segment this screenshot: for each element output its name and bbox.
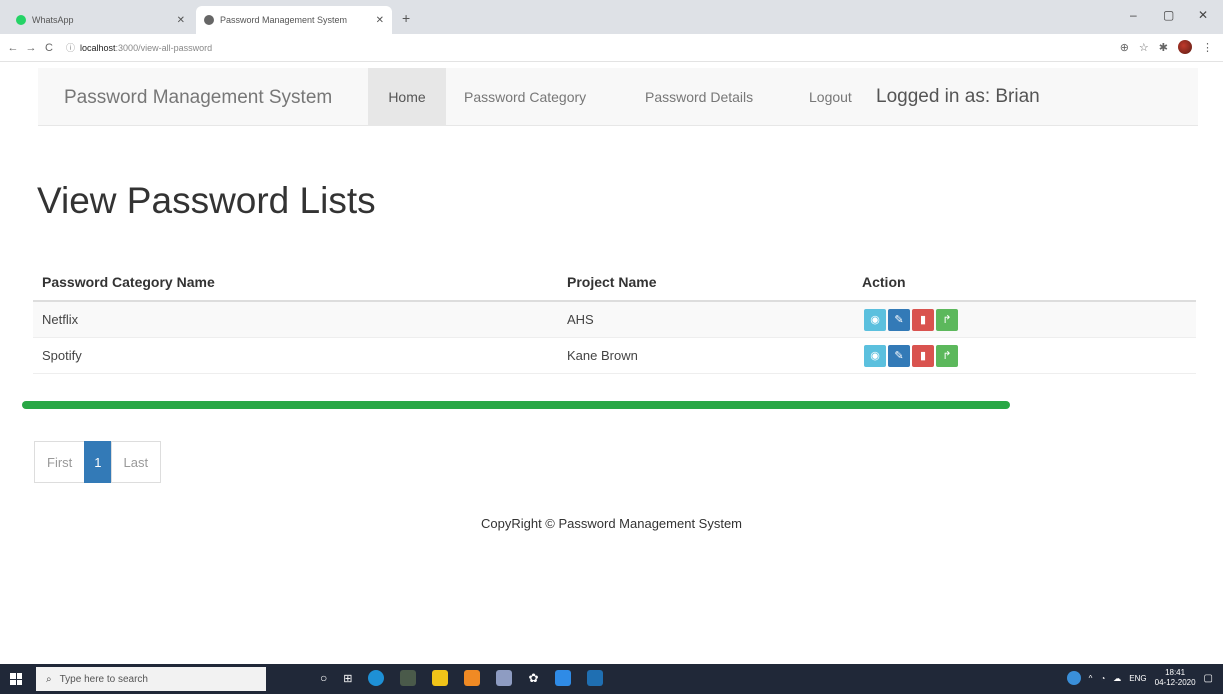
search-icon: ⌕ xyxy=(46,673,52,685)
page-title: View Password Lists xyxy=(37,180,376,221)
app-navbar: Password Management System Home Password… xyxy=(38,68,1198,126)
row-actions: ◉ ✎ ▮ ↱ xyxy=(864,345,958,367)
nav-password-category[interactable]: Password Category xyxy=(464,68,586,126)
forward-icon[interactable]: → xyxy=(22,42,40,54)
weather-icon[interactable] xyxy=(1066,671,1081,685)
clock-time: 18:41 xyxy=(1165,668,1186,677)
settings-icon[interactable]: ✿ xyxy=(528,671,538,685)
minimize-button[interactable]: – xyxy=(1130,8,1137,22)
reload-icon[interactable]: C xyxy=(40,42,58,54)
avatar[interactable] xyxy=(1178,40,1192,54)
row-actions: ◉ ✎ ▮ ↱ xyxy=(864,309,958,331)
category-cell: Spotify xyxy=(42,348,82,363)
taskbar-apps: ○ ⊞ ✿ xyxy=(320,670,603,686)
search-placeholder: Type here to search xyxy=(59,673,148,685)
network-icon[interactable]: ◔ xyxy=(1100,674,1105,683)
share-button[interactable]: ↱ xyxy=(936,309,958,331)
browser-tab-bar: WhatsApp ✕ Password Management System ✕ … xyxy=(0,0,1223,34)
nav-logout[interactable]: Logout xyxy=(809,68,852,126)
system-tray: ^ ◔ ☁ ENG 18:41 04-12-2020 ▢ xyxy=(1066,668,1213,688)
clock-date: 04-12-2020 xyxy=(1154,678,1196,687)
app-icon[interactable] xyxy=(586,670,603,686)
maximize-button[interactable]: ▢ xyxy=(1163,8,1174,22)
language-indicator[interactable]: ENG xyxy=(1129,674,1146,683)
os-taskbar: ⌕ Type here to search ○ ⊞ ✿ ^ ◔ ☁ ENG 18… xyxy=(0,664,1223,694)
task-view-icon[interactable]: ⊞ xyxy=(343,672,352,685)
table-row: Spotify Kane Brown ◉ ✎ ▮ ↱ xyxy=(33,338,1196,374)
close-window-button[interactable]: ✕ xyxy=(1198,8,1208,22)
extension-icon[interactable]: ✱ xyxy=(1159,41,1168,54)
share-icon: ↱ xyxy=(942,314,952,326)
menu-icon[interactable]: ⋮ xyxy=(1202,41,1213,54)
share-button[interactable]: ↱ xyxy=(936,345,958,367)
url-field[interactable]: ⓘ localhost :3000/view-all-password xyxy=(66,41,212,54)
clock[interactable]: 18:41 04-12-2020 xyxy=(1155,668,1196,688)
view-button[interactable]: ◉ xyxy=(864,345,886,367)
trash-icon: ▮ xyxy=(919,314,927,326)
tab-label: Password Management System xyxy=(220,15,348,25)
notification-icon[interactable]: ▢ xyxy=(1204,673,1213,684)
address-bar: ← → C ⓘ localhost :3000/view-all-passwor… xyxy=(0,34,1223,62)
view-button[interactable]: ◉ xyxy=(864,309,886,331)
delete-button[interactable]: ▮ xyxy=(912,345,934,367)
project-cell: Kane Brown xyxy=(567,348,638,363)
windows-start-icon[interactable] xyxy=(10,673,22,685)
pagination-last[interactable]: Last xyxy=(110,441,162,483)
info-icon: ⓘ xyxy=(66,43,76,53)
pagination-first[interactable]: First xyxy=(34,441,86,483)
globe-icon xyxy=(204,15,214,25)
delete-button[interactable]: ▮ xyxy=(912,309,934,331)
url-path: :3000/view-all-password xyxy=(115,42,213,53)
table-header: Password Category Name Project Name Acti… xyxy=(33,262,1196,302)
chevron-up-icon[interactable]: ^ xyxy=(1089,674,1093,683)
edit-button[interactable]: ✎ xyxy=(888,345,910,367)
taskbar-search[interactable]: ⌕ Type here to search xyxy=(36,667,266,691)
browser-tab-whatsapp[interactable]: WhatsApp ✕ xyxy=(8,6,193,34)
pagination-page[interactable]: 1 xyxy=(84,441,112,483)
password-table: Password Category Name Project Name Acti… xyxy=(33,262,1196,374)
edit-icon: ✎ xyxy=(894,350,904,362)
whatsapp-icon xyxy=(16,15,26,25)
column-header: Project Name xyxy=(567,274,657,290)
column-header: Password Category Name xyxy=(42,274,215,290)
edit-icon: ✎ xyxy=(894,314,904,326)
footer-copyright: CopyRight © Password Management System xyxy=(480,516,743,531)
new-tab-button[interactable]: + xyxy=(402,10,410,26)
trash-icon: ▮ xyxy=(919,350,927,362)
chrome-icon[interactable] xyxy=(400,670,417,686)
close-icon[interactable]: ✕ xyxy=(177,15,185,26)
brand-link[interactable]: Password Management System xyxy=(64,87,332,109)
edge-icon[interactable] xyxy=(368,670,385,686)
nav-password-details[interactable]: Password Details xyxy=(645,68,753,126)
eye-icon: ◉ xyxy=(870,350,880,362)
tab-label: WhatsApp xyxy=(32,15,74,25)
table-row: Netflix AHS ◉ ✎ ▮ ↱ xyxy=(33,302,1196,338)
pagination: First 1 Last xyxy=(34,441,162,483)
back-icon[interactable]: ← xyxy=(4,42,22,54)
eye-icon: ◉ xyxy=(870,314,880,326)
close-icon[interactable]: ✕ xyxy=(376,15,384,26)
project-cell: AHS xyxy=(567,312,594,327)
category-cell: Netflix xyxy=(42,312,79,327)
vlc-icon[interactable] xyxy=(464,670,481,686)
vscode-icon[interactable] xyxy=(554,670,571,686)
logged-in-label: Logged in as: Brian xyxy=(876,86,1040,107)
nav-home[interactable]: Home xyxy=(368,68,446,126)
browser-tab-pms[interactable]: Password Management System ✕ xyxy=(196,6,392,34)
cloud-icon[interactable]: ☁ xyxy=(1113,674,1121,683)
edit-button[interactable]: ✎ xyxy=(888,309,910,331)
zoom-icon[interactable]: ⊕ xyxy=(1120,41,1129,54)
cortana-icon[interactable]: ○ xyxy=(320,671,327,685)
address-bar-icons: ⊕ ☆ ✱ ⋮ xyxy=(1120,40,1213,54)
url-host: localhost xyxy=(80,42,116,53)
share-icon: ↱ xyxy=(942,350,952,362)
app-icon[interactable] xyxy=(496,670,513,686)
column-header: Action xyxy=(862,274,906,290)
file-explorer-icon[interactable] xyxy=(432,670,449,686)
progress-bar xyxy=(22,401,1010,409)
star-icon[interactable]: ☆ xyxy=(1139,41,1149,54)
